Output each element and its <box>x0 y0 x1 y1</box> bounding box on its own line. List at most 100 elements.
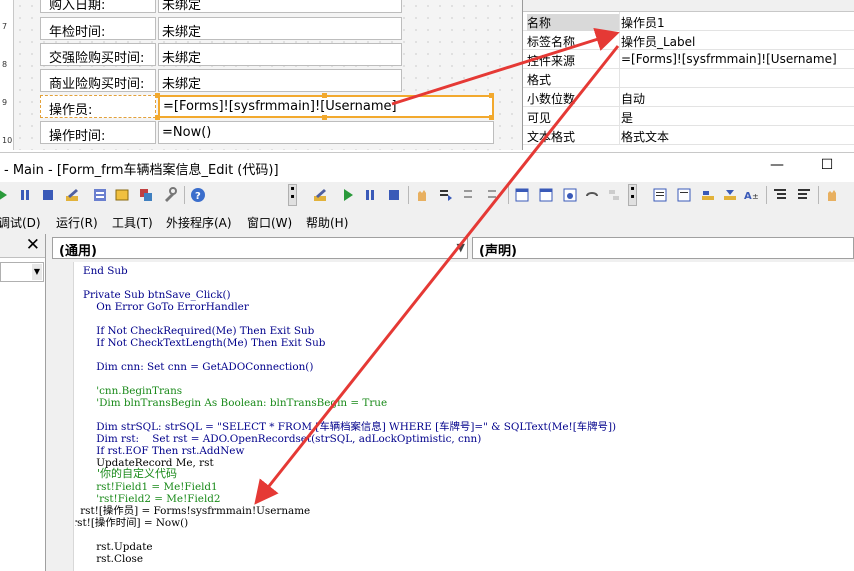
code-line-comment[interactable]: '你的自定义代码 <box>83 468 177 480</box>
procedure-dropdown[interactable]: (声明) <box>472 237 854 259</box>
toolbar-grip[interactable]: ▪ ▪ <box>288 184 297 206</box>
code-line[interactable]: Private Sub btnSave_Click() <box>83 289 231 301</box>
toggle-breakpoint-icon-2[interactable] <box>824 187 840 203</box>
code-line[interactable]: End Sub <box>83 265 128 277</box>
form-design-surface[interactable]: 7 8 9 10 购入日期: 未绑定 年检时间: 未绑定 交强险购买时间: 未绑… <box>0 0 522 150</box>
menu-addins[interactable]: 外接程序(A) <box>166 214 232 231</box>
label-commercial-insurance-time[interactable]: 商业险购买时间: <box>40 69 156 92</box>
code-line[interactable]: If Not CheckTextLength(Me) Then Exit Sub <box>83 337 325 349</box>
locals-window-icon[interactable] <box>514 187 530 203</box>
run-icon-2[interactable] <box>340 187 356 203</box>
menu-window[interactable]: 窗口(W) <box>247 214 292 231</box>
minimize-icon[interactable]: — <box>762 157 792 177</box>
resize-handle[interactable] <box>489 93 494 98</box>
quick-watch-icon[interactable] <box>584 187 600 203</box>
code-margin[interactable] <box>46 262 74 571</box>
property-row[interactable]: 文本格式 格式文本 <box>523 126 854 145</box>
outdent-icon[interactable] <box>796 187 812 203</box>
watch-window-icon[interactable] <box>562 187 578 203</box>
chevron-down-icon[interactable]: ▼ <box>32 264 42 280</box>
label-purchase-date[interactable]: 购入日期: <box>40 0 156 13</box>
call-stack-icon[interactable] <box>606 187 622 203</box>
stop-icon[interactable] <box>40 187 56 203</box>
property-value[interactable]: 自动 <box>621 90 853 107</box>
code-line[interactable]: rst.Close <box>83 553 143 565</box>
code-line[interactable]: Dim strSQL: strSQL = "SELECT * FROM [车辆档… <box>83 421 616 433</box>
label-inspection-time[interactable]: 年检时间: <box>40 17 156 40</box>
object-browser-icon[interactable] <box>138 187 154 203</box>
quick-info-icon[interactable] <box>700 187 716 203</box>
code-line[interactable]: On Error GoTo ErrorHandler <box>83 301 249 313</box>
resize-handle[interactable] <box>322 115 327 120</box>
property-row[interactable]: 小数位数 自动 <box>523 88 854 107</box>
step-out-icon[interactable] <box>486 187 502 203</box>
menu-run[interactable]: 运行(R) <box>56 214 98 231</box>
property-value[interactable]: 格式文本 <box>621 128 853 145</box>
property-row[interactable]: 标签名称 操作员_Label <box>523 31 854 50</box>
property-row[interactable]: 可见 是 <box>523 107 854 126</box>
field-commercial-insurance-time[interactable]: 未绑定 <box>158 69 402 92</box>
code-line-comment[interactable]: rst!Field1 = Me!Field1 <box>83 481 217 493</box>
menu-tools[interactable]: 工具(T) <box>112 214 153 231</box>
code-line[interactable]: Dim cnn: Set cnn = GetADOConnection() <box>83 361 313 373</box>
property-value[interactable]: 操作员1 <box>621 14 853 31</box>
property-row[interactable]: 格式 <box>523 69 854 88</box>
step-into-icon[interactable] <box>438 187 454 203</box>
project-explorer-icon[interactable] <box>92 187 108 203</box>
code-line[interactable]: rst![操作员] = Forms!sysfrmmain!Username <box>75 505 310 517</box>
resize-handle[interactable] <box>489 115 494 120</box>
list-properties-icon[interactable] <box>652 187 668 203</box>
property-value[interactable]: 操作员_Label <box>621 33 853 50</box>
step-over-icon[interactable] <box>462 187 478 203</box>
resize-handle[interactable] <box>322 93 327 98</box>
field-inspection-time[interactable]: 未绑定 <box>158 17 402 40</box>
menu-help[interactable]: 帮助(H) <box>306 214 348 231</box>
property-value[interactable]: 是 <box>621 109 853 126</box>
project-pane-header: ✕ <box>0 234 45 258</box>
code-line[interactable]: If Not CheckRequired(Me) Then Exit Sub <box>83 325 314 337</box>
label-operation-time[interactable]: 操作时间: <box>40 121 156 144</box>
list-constants-icon[interactable] <box>676 187 692 203</box>
properties-icon[interactable] <box>114 187 130 203</box>
project-object-combo[interactable]: ▼ <box>0 262 44 282</box>
indent-icon[interactable] <box>772 187 788 203</box>
property-row[interactable]: 名称 操作员1 <box>523 12 854 31</box>
menu-debug[interactable]: 调试(D) <box>0 214 41 231</box>
stop-icon-2[interactable] <box>386 187 402 203</box>
field-operation-time[interactable]: =Now() <box>158 121 494 144</box>
property-value[interactable]: =[Forms]![sysfrmmain]![Username] <box>621 52 853 66</box>
resize-handle[interactable] <box>155 93 160 98</box>
code-line[interactable]: rst.Update <box>83 541 152 553</box>
code-editor[interactable]: End Sub Private Sub btnSave_Click() On E… <box>75 262 854 571</box>
pause-icon[interactable] <box>17 187 33 203</box>
code-line-comment[interactable]: 'cnn.BeginTrans <box>83 385 182 397</box>
maximize-icon[interactable]: ☐ <box>812 157 842 177</box>
complete-word-icon[interactable]: A ± <box>744 187 760 203</box>
object-dropdown[interactable]: (通用) ▼ <box>52 237 468 259</box>
property-row[interactable]: 控件来源 =[Forms]![sysfrmmain]![Username] <box>523 50 854 69</box>
help-icon[interactable]: ? <box>190 187 206 203</box>
field-purchase-date[interactable]: 未绑定 <box>158 0 402 13</box>
code-line-comment[interactable]: 'rst!Field2 = Me!Field2 <box>83 493 220 505</box>
design-mode-icon-2[interactable] <box>312 187 328 203</box>
chevron-down-icon[interactable]: ▼ <box>457 241 465 254</box>
run-icon[interactable] <box>0 187 10 203</box>
label-compulsory-insurance-time[interactable]: 交强险购买时间: <box>40 43 156 66</box>
pause-icon-2[interactable] <box>362 187 378 203</box>
property-sheet-tabs[interactable] <box>523 0 854 12</box>
label-operator[interactable]: 操作员: <box>40 95 156 118</box>
code-line-comment[interactable]: 'Dim blnTransBegin As Boolean: blnTransB… <box>83 397 387 409</box>
code-line[interactable]: Dim rst: Set rst = ADO.OpenRecordset(str… <box>83 433 481 445</box>
vbe-title-bar[interactable]: - Main - [Form_frm车辆档案信息_Edit (代码)] — ☐ <box>0 152 854 182</box>
toolbox-icon[interactable] <box>162 187 178 203</box>
toggle-breakpoint-icon[interactable] <box>414 187 430 203</box>
parameter-info-icon[interactable] <box>722 187 738 203</box>
close-icon[interactable]: ✕ <box>26 235 40 255</box>
code-line[interactable]: rst![操作时间] = Now() <box>75 517 188 529</box>
immediate-window-icon[interactable] <box>538 187 554 203</box>
design-mode-icon[interactable] <box>64 187 80 203</box>
code-line[interactable]: If rst.EOF Then rst.AddNew <box>83 445 244 457</box>
resize-handle[interactable] <box>155 115 160 120</box>
toolbar-grip[interactable]: ▪ ▪ <box>628 184 637 206</box>
field-compulsory-insurance-time[interactable]: 未绑定 <box>158 43 402 66</box>
